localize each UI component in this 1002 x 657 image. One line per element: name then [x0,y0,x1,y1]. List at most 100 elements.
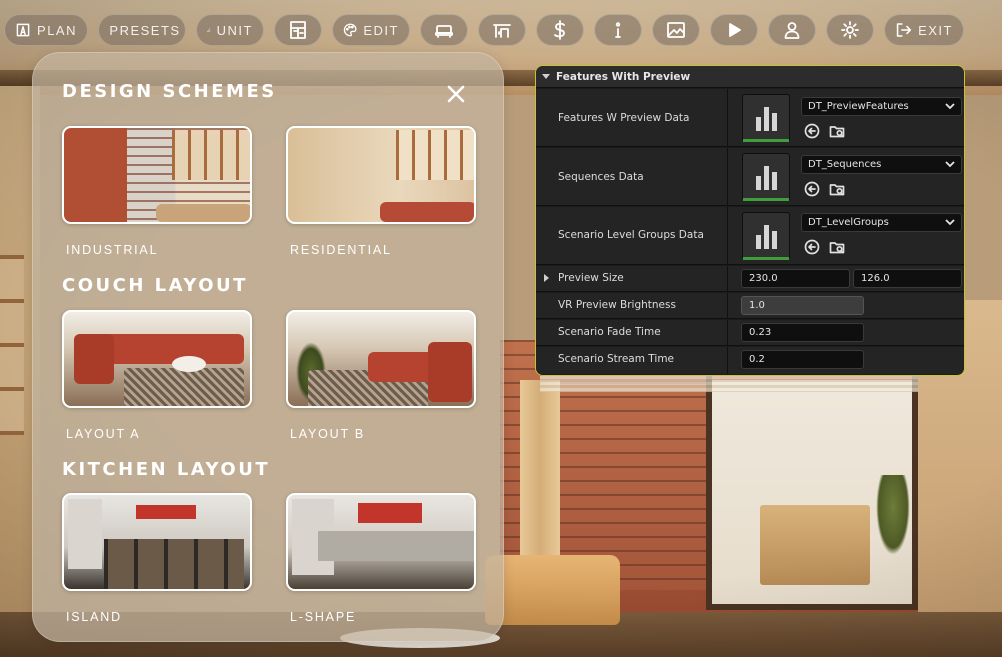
presets-button[interactable]: PRESETS [98,14,186,46]
datatable-icon-bar [755,235,761,249]
info-icon [615,22,621,38]
asset-thumbnail[interactable] [742,212,790,260]
brightness-field[interactable]: 1.0 [741,296,864,315]
row-preview-size: Preview Size 230.0 126.0 [536,266,964,292]
datatable-icon-bar [763,166,769,190]
datatable-icon-bar [771,113,777,131]
stream-time-field[interactable]: 0.2 [741,350,864,369]
play-icon [729,23,741,37]
plan-button[interactable]: PLAN [4,14,88,46]
plan-label: PLAN [37,22,77,38]
exit-button[interactable]: EXIT [884,14,964,46]
thumbnail-sofa-side [428,342,472,402]
scheme-card-industrial[interactable] [62,126,252,224]
scheme-card-residential[interactable] [286,126,476,224]
browse-folder-icon[interactable] [829,123,845,139]
account-button[interactable] [768,14,816,46]
row-label: Scenario Fade Time [558,326,661,338]
thumbnail-counter [318,531,474,561]
card-label-island: ISLAND [66,610,122,624]
expand-arrow-icon[interactable] [544,274,549,282]
settings-button[interactable] [826,14,874,46]
column-divider [727,347,728,374]
asset-valid-indicator [743,257,789,260]
design-schemes-panel: DESIGN SCHEMES INDUSTRIAL RESIDENTIAL CO… [32,52,504,642]
edit-button[interactable]: EDIT [332,14,410,46]
datatable-icon-bar [771,231,777,249]
fade-time-field[interactable]: 0.23 [741,323,864,342]
sofa-icon [435,25,453,38]
column-divider [727,320,728,345]
play-button[interactable] [710,14,758,46]
kitchen-button[interactable] [478,14,526,46]
asset-thumbnail[interactable] [742,153,790,201]
collapse-arrow-icon[interactable] [542,74,550,79]
unit-button[interactable]: UNIT [196,14,264,46]
chevron-down-icon [945,218,955,226]
palette-icon [343,23,357,37]
close-icon [447,85,465,103]
couch-layout-title: COUCH LAYOUT [62,275,248,296]
pricing-button[interactable] [536,14,584,46]
ruler-pencil-icon [207,28,211,32]
preview-size-y-field[interactable]: 126.0 [853,269,962,288]
couch-card-layout-a[interactable] [62,310,252,408]
datatable-icon-bar [771,172,777,190]
furniture-button[interactable] [420,14,468,46]
details-header[interactable]: Features With Preview [536,66,964,88]
asset-thumbnail[interactable] [742,94,790,142]
asset-picker-combo[interactable]: DT_PreviewFeatures [801,97,962,116]
gallery-button[interactable] [652,14,700,46]
details-header-title: Features With Preview [556,70,691,83]
design-schemes-title: DESIGN SCHEMES [62,81,277,102]
couch-card-layout-b[interactable] [286,310,476,408]
thumbnail-sofa [380,202,474,222]
browse-folder-icon[interactable] [829,239,845,255]
asset-valid-indicator [743,139,789,142]
row-label: Sequences Data [558,171,644,183]
use-selected-icon[interactable] [804,123,820,139]
column-divider [727,89,728,146]
thumbnail-shelf [396,130,474,180]
row-label: Scenario Level Groups Data [558,229,704,241]
counter-icon [493,24,511,38]
exit-icon [896,23,912,37]
card-label-layout-a: LAYOUT A [66,427,141,441]
asset-picker-combo[interactable]: DT_LevelGroups [801,213,962,232]
chevron-down-icon [945,102,955,110]
thumbnail-red-panel [358,503,422,523]
image-icon [667,22,685,38]
column-divider [727,148,728,205]
column-divider [727,266,728,291]
thumbnail-sofa [156,204,250,222]
asset-picker-combo[interactable]: DT_Sequences [801,155,962,174]
card-label-lshape: L-SHAPE [290,610,357,624]
info-button[interactable] [594,14,642,46]
floorplan-view-button[interactable] [274,14,322,46]
row-sequences-data: Sequences Data DT_Sequences [536,148,964,206]
kitchen-card-island[interactable] [62,493,252,591]
row-label: Scenario Stream Time [558,353,675,365]
preview-size-x-field[interactable]: 230.0 [741,269,850,288]
card-label-residential: RESIDENTIAL [290,243,392,257]
datatable-icon-bar [763,225,769,249]
browse-folder-icon[interactable] [829,181,845,197]
kitchen-card-lshape[interactable] [286,493,476,591]
row-label: VR Preview Brightness [558,299,676,311]
gear-icon [841,21,859,39]
asset-name: DT_LevelGroups [808,217,889,228]
use-selected-icon[interactable] [804,181,820,197]
top-toolbar: PLAN PRESETS UNIT EDIT EXIT [4,14,964,46]
dollar-icon [554,20,565,40]
card-label-industrial: INDUSTRIAL [66,243,159,257]
asset-name: DT_PreviewFeatures [808,101,909,112]
use-selected-icon[interactable] [804,239,820,255]
features-details-panel: Features With Preview Features W Preview… [535,65,965,376]
column-divider [727,293,728,318]
close-button[interactable] [443,81,469,107]
floor-plan-icon [16,23,30,37]
blueprint-icon [290,21,306,39]
edit-label: EDIT [363,22,399,38]
datatable-icon-bar [755,176,761,190]
datatable-icon-bar [755,117,761,131]
